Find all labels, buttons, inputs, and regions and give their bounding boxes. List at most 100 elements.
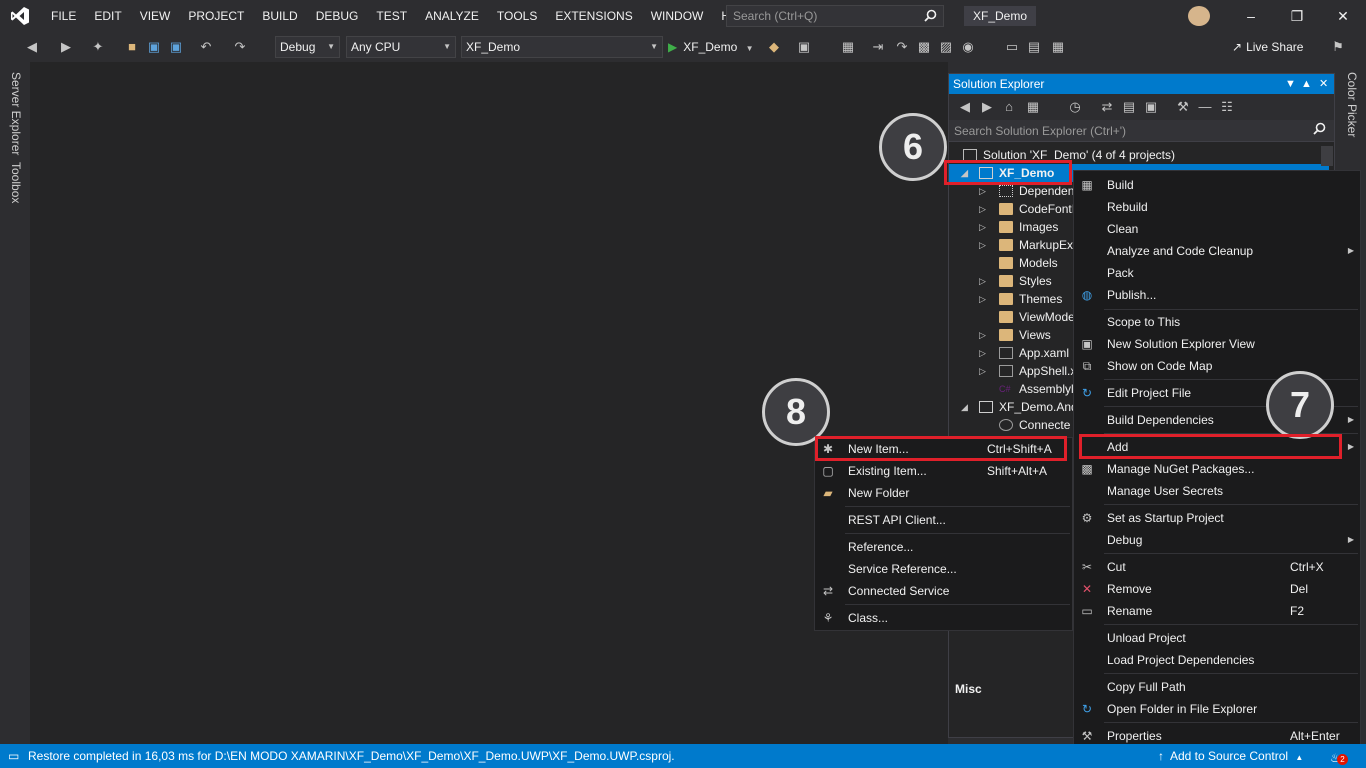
quick-launch-search[interactable]: Search (Ctrl+Q) <box>726 5 944 27</box>
expander-icon[interactable]: ◢ <box>961 398 968 416</box>
menu-item-class[interactable]: ⚘ Class... <box>815 607 1072 629</box>
pin-icon[interactable]: ▲ <box>1301 74 1312 94</box>
preview-icon[interactable]: — <box>1197 99 1213 115</box>
terminal-icon[interactable]: ▩ <box>916 39 932 55</box>
switch-views-icon[interactable]: ▦ <box>1025 99 1041 115</box>
expander-icon[interactable]: ▷ <box>979 326 986 344</box>
sync-icon[interactable]: ⇄ <box>1099 99 1115 115</box>
hot-reload-icon[interactable]: ▣ <box>796 39 812 55</box>
account-avatar[interactable] <box>1188 6 1210 26</box>
menu-item-rename[interactable]: ▭ Rename F2 <box>1074 600 1360 622</box>
menu-item-show-on-code-map[interactable]: ⧉ Show on Code Map <box>1074 355 1360 377</box>
solution-platform-dropdown[interactable]: Any CPU ▼ <box>346 36 456 58</box>
step-over-icon[interactable]: ↷ <box>894 39 910 55</box>
menu-item-analyze-and-code-cleanup[interactable]: Analyze and Code Cleanup ▶ <box>1074 240 1360 262</box>
menu-item-debug[interactable]: Debug ▶ <box>1074 529 1360 551</box>
menu-item-reference[interactable]: Reference... <box>815 536 1072 558</box>
start-debugging-button[interactable]: ▶ XF_Demo ▼ <box>668 36 754 58</box>
undo-icon[interactable]: ↶ <box>198 39 214 55</box>
menu-item-existing-item[interactable]: ▢ Existing Item... Shift+Alt+A <box>815 460 1072 482</box>
expander-icon[interactable]: ▷ <box>979 362 986 380</box>
menu-item-remove[interactable]: ✕ Remove Del <box>1074 578 1360 600</box>
back-icon[interactable]: ◀ <box>957 99 973 115</box>
expander-icon[interactable]: ▷ <box>979 236 986 254</box>
step-into-icon[interactable]: ⇥ <box>870 39 886 55</box>
toolbox-tab[interactable]: Toolbox <box>9 162 23 203</box>
menu-item-cut[interactable]: ✂ Cut Ctrl+X <box>1074 556 1360 578</box>
expander-icon[interactable]: ▷ <box>979 200 986 218</box>
home-icon[interactable]: ⌂ <box>1001 99 1017 115</box>
expander-icon[interactable]: ▷ <box>979 272 986 290</box>
navigate-back-icon[interactable]: ◀ <box>24 39 40 55</box>
expander-icon[interactable]: ▷ <box>979 218 986 236</box>
menu-item-copy-full-path[interactable]: Copy Full Path <box>1074 676 1360 698</box>
menu-item-label: Service Reference... <box>848 562 957 576</box>
toolbar-options-icon[interactable]: ▦ <box>1050 39 1066 55</box>
menu-item-build[interactable]: ▦ Build <box>1074 174 1360 196</box>
solution-configuration-dropdown[interactable]: Debug ▼ <box>275 36 340 58</box>
menu-item-pack[interactable]: Pack <box>1074 262 1360 284</box>
menu-item-rebuild[interactable]: Rebuild <box>1074 196 1360 218</box>
menu-item-connected-service[interactable]: ⇄ Connected Service <box>815 580 1072 602</box>
save-icon[interactable]: ▣ <box>146 39 162 55</box>
menu-test[interactable]: TEST <box>367 0 416 32</box>
browser-link-icon[interactable]: ◆ <box>766 39 782 55</box>
redo-icon[interactable]: ↷ <box>232 39 248 55</box>
tree-scrollbar[interactable] <box>1321 146 1333 166</box>
menu-extensions[interactable]: EXTENSIONS <box>546 0 641 32</box>
navigate-forward-icon[interactable]: ▶ <box>58 39 74 55</box>
menu-tools[interactable]: TOOLS <box>488 0 546 32</box>
solution-explorer-search[interactable]: Search Solution Explorer (Ctrl+') <box>949 120 1334 142</box>
live-share-button[interactable]: ↗ Live Share <box>1232 40 1303 54</box>
menu-analyze[interactable]: ANALYZE <box>416 0 488 32</box>
close-window-icon[interactable]: ✕ <box>1320 0 1366 32</box>
color-picker-tab[interactable]: Color Picker <box>1345 72 1359 137</box>
forward-icon[interactable]: ▶ <box>979 99 995 115</box>
menu-item-open-folder-in-file-explorer[interactable]: ↻ Open Folder in File Explorer <box>1074 698 1360 720</box>
bookmark-icon[interactable]: ▦ <box>840 39 856 55</box>
save-all-icon[interactable]: ▣ <box>168 39 184 55</box>
menu-project[interactable]: PROJECT <box>179 0 253 32</box>
diagram-icon[interactable]: ☷ <box>1219 99 1235 115</box>
restore-icon[interactable]: ❐ <box>1274 0 1320 32</box>
menu-item-clean[interactable]: Clean <box>1074 218 1360 240</box>
server-explorer-tab[interactable]: Server Explorer <box>9 72 23 155</box>
menu-item-rest-api-client[interactable]: REST API Client... <box>815 509 1072 531</box>
menu-build[interactable]: BUILD <box>253 0 306 32</box>
collapse-all-icon[interactable]: ▤ <box>1121 99 1137 115</box>
menu-item-publish[interactable]: ◍ Publish... <box>1074 284 1360 306</box>
menu-window[interactable]: WINDOW <box>642 0 713 32</box>
menu-item-service-reference[interactable]: Service Reference... <box>815 558 1072 580</box>
menu-item-unload-project[interactable]: Unload Project <box>1074 627 1360 649</box>
attach-icon[interactable]: ◉ <box>960 39 976 55</box>
feedback-icon[interactable]: ⚑ <box>1330 39 1346 55</box>
expander-icon[interactable]: ▷ <box>979 290 986 308</box>
properties-icon[interactable]: ⚒ <box>1175 99 1191 115</box>
menu-item-new-folder[interactable]: ▰ New Folder <box>815 482 1072 504</box>
highlight-xf-demo-project <box>944 160 1072 185</box>
menu-debug[interactable]: DEBUG <box>307 0 368 32</box>
layout-icon[interactable]: ▤ <box>1026 39 1042 55</box>
menu-edit[interactable]: EDIT <box>85 0 130 32</box>
menu-view[interactable]: VIEW <box>131 0 180 32</box>
menu-item-new-solution-explorer-view[interactable]: ▣ New Solution Explorer View <box>1074 333 1360 355</box>
menu-file[interactable]: FILE <box>42 0 85 32</box>
expander-icon[interactable]: ▷ <box>979 344 986 362</box>
device-icon[interactable]: ▨ <box>938 39 954 55</box>
menu-item-manage-nuget-packages[interactable]: ▩ Manage NuGet Packages... <box>1074 458 1360 480</box>
menu-item-manage-user-secrets[interactable]: Manage User Secrets <box>1074 480 1360 502</box>
panel-menu-icon[interactable]: ▼ <box>1285 74 1296 94</box>
menu-item-scope-to-this[interactable]: Scope to This <box>1074 311 1360 333</box>
add-to-source-control-button[interactable]: ↑ Add to Source Control ▲ <box>1158 744 1303 768</box>
menu-item-load-project-dependencies[interactable]: Load Project Dependencies <box>1074 649 1360 671</box>
show-all-files-icon[interactable]: ▣ <box>1143 99 1159 115</box>
menu-item-set-as-startup-project[interactable]: ⚙ Set as Startup Project <box>1074 507 1360 529</box>
new-project-icon[interactable]: ✦ <box>90 39 106 55</box>
open-file-icon[interactable]: ■ <box>124 39 140 55</box>
close-panel-icon[interactable]: ✕ <box>1319 74 1328 94</box>
pending-changes-icon[interactable]: ◷ <box>1067 99 1083 115</box>
screen-icon[interactable]: ▭ <box>1004 39 1020 55</box>
minimize-icon[interactable]: – <box>1228 0 1274 32</box>
startup-project-dropdown[interactable]: XF_Demo ▼ <box>461 36 663 58</box>
visual-studio-logo-icon[interactable] <box>4 0 36 32</box>
